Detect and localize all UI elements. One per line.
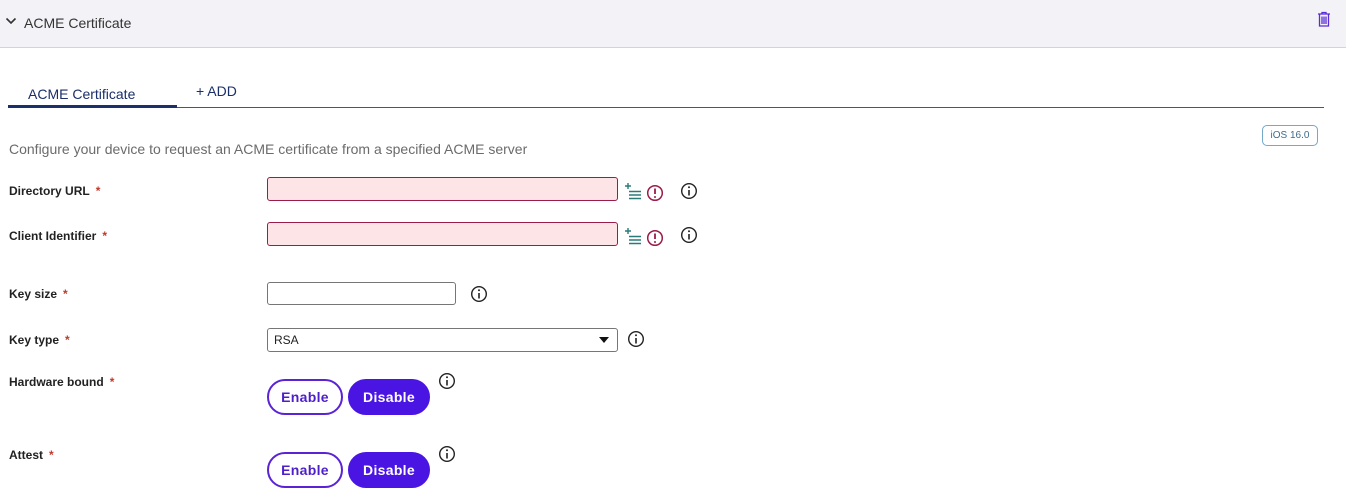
key-size-input[interactable] bbox=[267, 282, 456, 305]
tab-acme-certificate[interactable]: ACME Certificate bbox=[8, 82, 177, 108]
hardware-bound-label: Hardware bound * bbox=[9, 375, 115, 389]
error-icon bbox=[646, 184, 664, 202]
required-marker: * bbox=[102, 229, 108, 243]
key-size-label: Key size * bbox=[9, 287, 68, 301]
info-icon[interactable] bbox=[470, 285, 488, 303]
key-type-label: Key type * bbox=[9, 333, 70, 347]
variable-list-icon[interactable] bbox=[624, 227, 642, 245]
info-icon[interactable] bbox=[438, 372, 456, 390]
info-icon[interactable] bbox=[627, 330, 645, 348]
required-marker: * bbox=[95, 184, 101, 198]
add-tab-button[interactable]: + ADD bbox=[196, 83, 237, 99]
error-icon bbox=[646, 229, 664, 247]
client-identifier-input[interactable] bbox=[267, 222, 618, 246]
info-icon[interactable] bbox=[680, 226, 698, 244]
required-marker: * bbox=[63, 287, 68, 301]
hardware-bound-disable-button[interactable]: Disable bbox=[348, 379, 430, 415]
variable-list-icon[interactable] bbox=[624, 182, 642, 200]
directory-url-label: Directory URL * bbox=[9, 184, 101, 198]
key-type-select[interactable]: RSA bbox=[267, 328, 618, 352]
required-marker: * bbox=[65, 333, 70, 347]
attest-label: Attest * bbox=[9, 448, 54, 462]
attest-disable-button[interactable]: Disable bbox=[348, 452, 430, 488]
section-header[interactable]: ACME Certificate bbox=[0, 0, 1346, 48]
chevron-down-icon[interactable] bbox=[5, 15, 17, 27]
tab-bar: ACME Certificate + ADD bbox=[8, 82, 1324, 108]
client-identifier-label: Client Identifier * bbox=[9, 229, 108, 243]
directory-url-input[interactable] bbox=[267, 177, 618, 201]
section-title: ACME Certificate bbox=[24, 15, 132, 31]
key-type-value: RSA bbox=[274, 333, 299, 347]
dropdown-caret-icon bbox=[599, 337, 609, 343]
required-marker: * bbox=[109, 375, 115, 389]
ios-version-badge: iOS 16.0 bbox=[1262, 125, 1318, 146]
hardware-bound-enable-button[interactable]: Enable bbox=[267, 379, 343, 415]
info-icon[interactable] bbox=[438, 445, 456, 463]
section-description: Configure your device to request an ACME… bbox=[9, 141, 528, 157]
info-icon[interactable] bbox=[680, 182, 698, 200]
required-marker: * bbox=[49, 448, 54, 462]
trash-icon[interactable] bbox=[1316, 11, 1332, 28]
attest-enable-button[interactable]: Enable bbox=[267, 452, 343, 488]
